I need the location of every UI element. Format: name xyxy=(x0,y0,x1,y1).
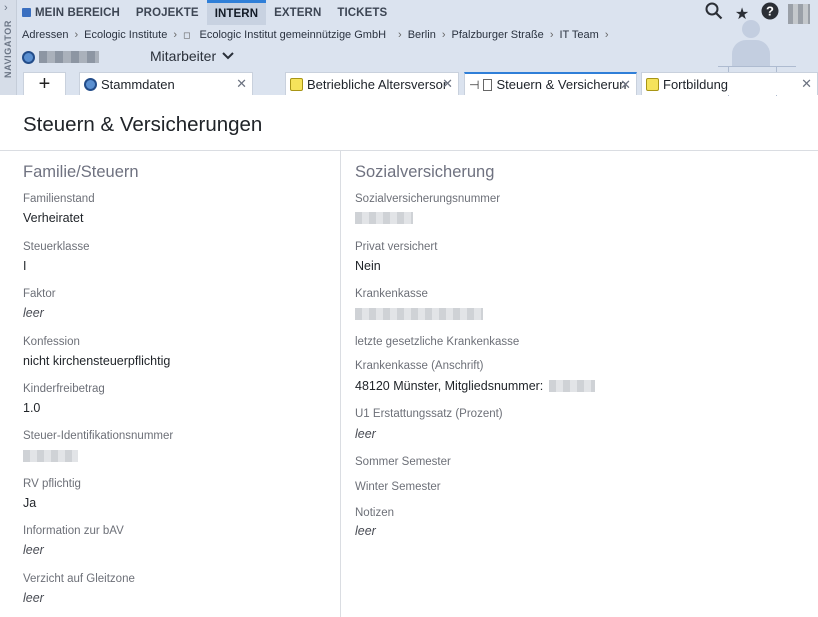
field-value: nicht kirchensteuerpflichtig xyxy=(23,354,171,368)
breadcrumb-separator: › xyxy=(74,29,79,41)
field-value: Nein xyxy=(355,259,381,273)
section-heading: Sozialversicherung xyxy=(355,163,495,181)
field-label: Verzicht auf Gleitzone xyxy=(23,573,135,585)
field-value: leer xyxy=(23,306,44,320)
nav-extern[interactable]: EXTERN xyxy=(266,0,329,25)
field-label: Konfession xyxy=(23,336,80,348)
nav-label: PROJEKTE xyxy=(135,6,199,19)
add-tab-button[interactable]: + xyxy=(23,72,66,95)
field-label: Krankenkasse (Anschrift) xyxy=(355,360,484,372)
app-header: MEIN BEREICH PROJEKTE INTERN EXTERN TICK… xyxy=(17,0,818,96)
context-dropdown-label: Mitarbeiter xyxy=(150,48,217,64)
field-value: Ja xyxy=(23,496,37,510)
field-label: Steuer-Identifikationsnummer xyxy=(23,430,174,442)
field-value: leer xyxy=(355,427,376,441)
tab-label: Stammdaten xyxy=(101,76,175,92)
top-navigation: MEIN BEREICH PROJEKTE INTERN EXTERN TICK… xyxy=(17,0,395,25)
section-familie-steuern: Familie/Steuern Familienstand Verheirate… xyxy=(0,151,341,617)
field-label: Familienstand xyxy=(23,193,95,205)
field-value: Verheiratet xyxy=(23,211,84,225)
field-label: Winter Semester xyxy=(355,481,441,493)
note-icon xyxy=(290,77,303,91)
close-icon[interactable]: ✕ xyxy=(801,76,812,92)
field-value: leer xyxy=(355,524,376,538)
tab-fortbildung[interactable]: Fortbildung ✕ xyxy=(641,72,818,95)
page-title-bar: Steuern & Versicherungen xyxy=(0,95,818,151)
home-icon xyxy=(22,8,31,17)
breadcrumb-item[interactable]: Pfalzburger Straße xyxy=(451,29,543,41)
person-name-redacted xyxy=(39,51,99,63)
breadcrumb-item[interactable]: ◻ Ecologic Institut gemeinnützige GmbH xyxy=(183,29,392,41)
breadcrumb-item[interactable]: IT Team xyxy=(559,29,598,41)
breadcrumb-separator: › xyxy=(604,29,609,41)
breadcrumb-item[interactable]: Adressen xyxy=(22,29,68,41)
person-icon xyxy=(84,77,97,91)
breadcrumb: Adressen › Ecologic Institute › ◻ Ecologic… xyxy=(22,26,615,44)
tab-betriebliche-altersversorgung[interactable]: Betriebliche Altersversor ✕ xyxy=(285,72,459,95)
note-icon xyxy=(646,77,659,91)
tab-steuern-versicherungen[interactable]: ⊣ Steuern & Versicherun ✕ xyxy=(464,72,637,95)
close-icon[interactable]: ✕ xyxy=(442,76,453,92)
nav-label: INTERN xyxy=(214,8,259,20)
nav-intern[interactable]: INTERN xyxy=(206,0,267,25)
breadcrumb-label: Ecologic Institut gemeinnützige GmbH xyxy=(199,29,387,41)
field-label: U1 Erstattungssatz (Prozent) xyxy=(355,408,503,420)
building-icon: ◻ xyxy=(182,30,191,40)
field-label: Privat versichert xyxy=(355,241,438,253)
pin-icon[interactable]: ⊣ xyxy=(469,78,479,92)
breadcrumb-item[interactable]: Ecologic Institute xyxy=(84,29,167,41)
navigator-strip[interactable]: › NAVIGATOR xyxy=(0,0,17,95)
context-dropdown[interactable]: Mitarbeiter xyxy=(150,48,234,64)
chevron-right-icon[interactable]: › xyxy=(4,2,8,14)
breadcrumb-separator: › xyxy=(549,29,554,41)
field-label: Information zur bAV xyxy=(23,525,124,537)
current-person[interactable] xyxy=(22,46,99,68)
section-sozialversicherung: Sozialversicherung Sozialversicherungsnu… xyxy=(341,151,818,617)
close-icon[interactable]: ✕ xyxy=(620,77,631,93)
field-value: I xyxy=(23,259,27,273)
person-icon xyxy=(22,50,35,64)
field-label: Steuerklasse xyxy=(23,241,90,253)
field-label: Kinderfreibetrag xyxy=(23,383,105,395)
nav-projekte[interactable]: PROJEKTE xyxy=(128,0,207,25)
field-label: Notizen xyxy=(355,507,394,519)
tab-label: Steuern & Versicherun xyxy=(496,77,627,92)
nav-label: MEIN BEREICH xyxy=(35,6,120,19)
breadcrumb-separator: › xyxy=(441,29,446,41)
chevron-down-icon xyxy=(222,49,234,63)
tab-label: Betriebliche Altersversor xyxy=(307,76,448,92)
breadcrumb-item[interactable]: Berlin xyxy=(408,29,436,41)
field-label: Sommer Semester xyxy=(355,456,451,468)
breadcrumb-separator: › xyxy=(398,29,402,41)
field-value: leer xyxy=(23,543,44,557)
redacted-value xyxy=(355,212,413,224)
redacted-value xyxy=(355,308,483,320)
tab-stammdaten[interactable]: Stammdaten ✕ xyxy=(79,72,253,95)
field-label: Faktor xyxy=(23,288,56,300)
navigator-label: NAVIGATOR xyxy=(3,20,13,78)
field-value: 48120 Münster, Mitgliedsnummer: xyxy=(355,379,544,393)
redacted-value xyxy=(23,450,78,462)
redacted-value xyxy=(549,380,595,392)
field-value: 1.0 xyxy=(23,401,41,415)
nav-tickets[interactable]: TICKETS xyxy=(329,0,395,25)
page-title: Steuern & Versicherungen xyxy=(23,113,263,136)
nav-label: EXTERN xyxy=(274,6,322,19)
nav-mein-bereich[interactable]: MEIN BEREICH xyxy=(17,0,128,25)
field-label: Krankenkasse xyxy=(355,288,428,300)
field-value: leer xyxy=(23,591,44,605)
section-heading: Familie/Steuern xyxy=(23,163,139,181)
nav-label: TICKETS xyxy=(337,6,388,19)
tab-label: Fortbildung xyxy=(663,76,729,92)
field-label: RV pflichtig xyxy=(23,478,81,490)
field-label: letzte gesetzliche Krankenkasse xyxy=(355,336,520,348)
tab-bar: + Stammdaten ✕ Betriebliche Altersversor… xyxy=(17,72,818,95)
document-icon xyxy=(483,78,493,91)
close-icon[interactable]: ✕ xyxy=(236,76,247,92)
plus-icon: + xyxy=(38,72,51,95)
field-label: Sozialversicherungsnummer xyxy=(355,193,501,205)
breadcrumb-separator: › xyxy=(173,29,177,41)
